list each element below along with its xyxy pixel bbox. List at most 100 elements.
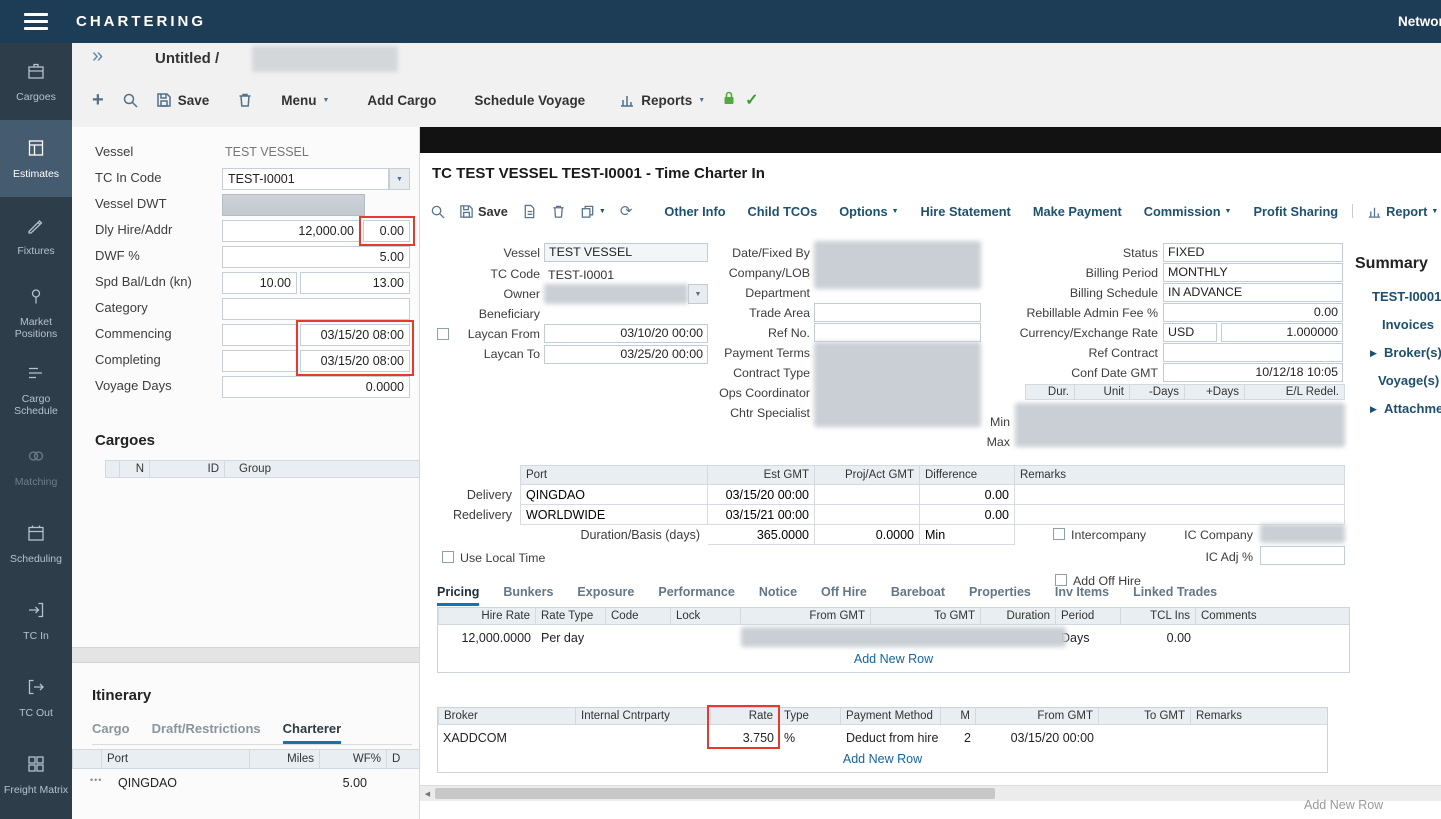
expand-arrow-icon[interactable]: ▶ — [1370, 348, 1377, 359]
tab-off-hire[interactable]: Off Hire — [821, 585, 867, 606]
add-cargo-button[interactable]: Add Cargo — [367, 93, 436, 108]
duration-days-cell[interactable]: 365.0000 — [708, 525, 815, 545]
summary-item-voyages[interactable]: Voyage(s) — [1378, 373, 1439, 388]
summary-item-tc-code[interactable]: TEST-I0001 — [1372, 289, 1441, 304]
tab-pricing[interactable]: Pricing — [437, 585, 479, 606]
tab-exposure[interactable]: Exposure — [577, 585, 634, 606]
expand-arrow-icon[interactable]: ▶ — [1370, 404, 1377, 415]
menu-button[interactable]: Menu ▼ — [281, 93, 329, 108]
sidebar-item-cargoes[interactable]: Cargoes — [0, 43, 72, 120]
sidebar-item-tc-in[interactable]: TC In — [0, 582, 72, 659]
search-icon[interactable] — [122, 92, 138, 108]
save-button[interactable]: Save — [156, 92, 210, 108]
lock-icon[interactable] — [721, 90, 737, 111]
tc-in-code-field[interactable]: TEST-I0001 — [222, 168, 389, 190]
type-cell[interactable]: % — [779, 727, 841, 748]
use-local-time-checkbox[interactable] — [442, 551, 454, 563]
intercompany-checkbox[interactable] — [1053, 528, 1065, 540]
sidebar-item-cargo-schedule[interactable]: Cargo Schedule — [0, 351, 72, 428]
other-info-button[interactable]: Other Info — [664, 204, 725, 219]
exchange-rate-field[interactable]: 1.000000 — [1221, 323, 1343, 342]
tab-notice[interactable]: Notice — [759, 585, 797, 606]
tab-linked-trades[interactable]: Linked Trades — [1133, 585, 1217, 606]
commencing-port-field[interactable] — [222, 324, 297, 346]
tab-performance[interactable]: Performance — [658, 585, 734, 606]
ic-adj-field[interactable] — [1260, 546, 1345, 565]
sidebar-item-scheduling[interactable]: Scheduling — [0, 505, 72, 582]
schedule-voyage-button[interactable]: Schedule Voyage — [474, 93, 585, 108]
reports-button[interactable]: Reports ▼ — [619, 92, 705, 108]
hire-rate-cell[interactable]: 12,000.0000 — [438, 627, 536, 648]
summary-item-invoices[interactable]: Invoices — [1382, 317, 1434, 332]
horizontal-scrollbar[interactable]: ◀ — [420, 785, 1441, 801]
tcl-ins-cell[interactable]: 0.00 — [1121, 627, 1196, 648]
add-icon[interactable]: + — [92, 90, 104, 110]
sidebar-item-freight-matrix[interactable]: Freight Matrix — [0, 736, 72, 813]
code-cell[interactable] — [606, 627, 671, 648]
ref-no-field[interactable] — [814, 323, 981, 342]
copy-button[interactable]: ▼ — [580, 204, 606, 219]
rebillable-admin-fee-field[interactable]: 0.00 — [1163, 303, 1343, 322]
hamburger-menu-icon[interactable] — [24, 13, 48, 30]
tab-inv-items[interactable]: Inv Items — [1055, 585, 1109, 606]
broker-cell[interactable]: XADDCOM — [438, 727, 576, 748]
delivery-est-gmt-cell[interactable]: 03/15/20 00:00 — [708, 485, 815, 505]
itinerary-port-cell[interactable]: QINGDAO — [118, 771, 177, 795]
broker-from-gmt-cell[interactable]: 03/15/20 00:00 — [976, 727, 1099, 748]
notes-icon[interactable] — [522, 204, 537, 219]
rate-type-cell[interactable]: Per day — [536, 627, 606, 648]
sidebar-item-fixtures[interactable]: Fixtures — [0, 197, 72, 274]
broker-add-new-row-link[interactable]: Add New Row — [438, 752, 1327, 766]
options-button[interactable]: Options ▼ — [839, 204, 898, 219]
row-handle-icon[interactable]: ••• — [90, 775, 102, 785]
refresh-icon[interactable]: ⟳ — [620, 204, 633, 219]
delete-icon[interactable] — [237, 92, 253, 108]
save-button[interactable]: Save — [459, 204, 508, 219]
cargoes-grid-scrollbar[interactable] — [72, 647, 420, 663]
redelivery-proj-gmt-cell[interactable] — [815, 505, 920, 525]
m-cell[interactable]: 2 — [941, 727, 976, 748]
search-icon[interactable] — [430, 204, 445, 219]
report-button[interactable]: Report ▼ — [1367, 204, 1438, 219]
broker-remarks-cell[interactable] — [1191, 727, 1327, 748]
commission-button[interactable]: Commission ▼ — [1144, 204, 1232, 219]
lock-cell[interactable] — [671, 627, 741, 648]
itinerary-wf-cell[interactable]: 5.00 — [322, 771, 367, 795]
sidebar-item-estimates[interactable]: Estimates — [0, 120, 72, 197]
sidebar-item-tc-out[interactable]: TC Out — [0, 659, 72, 736]
sidebar-item-market-positions[interactable]: Market Positions — [0, 274, 72, 351]
make-payment-button[interactable]: Make Payment — [1033, 204, 1122, 219]
commencing-date-field[interactable]: 03/15/20 08:00 — [300, 324, 410, 346]
delivery-remarks-cell[interactable] — [1015, 485, 1345, 505]
delivery-proj-gmt-cell[interactable] — [815, 485, 920, 505]
tab-cargo[interactable]: Cargo — [92, 721, 130, 744]
status-field[interactable]: FIXED — [1163, 243, 1343, 262]
summary-item-attachments[interactable]: Attachments — [1384, 401, 1441, 416]
billing-period-field[interactable]: MONTHLY — [1163, 263, 1343, 282]
tab-properties[interactable]: Properties — [969, 585, 1031, 606]
summary-item-brokers[interactable]: Broker(s) — [1384, 345, 1441, 360]
tab-bunkers[interactable]: Bunkers — [503, 585, 553, 606]
comments-cell[interactable] — [1196, 627, 1349, 648]
speed-laden-field[interactable]: 13.00 — [300, 272, 410, 294]
voyage-days-field[interactable]: 0.0000 — [222, 376, 410, 398]
hire-statement-button[interactable]: Hire Statement — [921, 204, 1011, 219]
expand-chevrons-icon[interactable]: » — [92, 45, 103, 68]
category-field[interactable] — [222, 298, 410, 320]
ref-contract-field[interactable] — [1163, 343, 1343, 362]
duration-min-cell[interactable]: Min — [920, 525, 1015, 545]
addr-commission-field[interactable]: 0.00 — [363, 220, 410, 242]
tab-bareboat[interactable]: Bareboat — [891, 585, 945, 606]
redelivery-remarks-cell[interactable] — [1015, 505, 1345, 525]
dly-hire-field[interactable]: 12,000.00 — [222, 220, 360, 242]
currency-field[interactable]: USD — [1163, 323, 1217, 342]
tab-charterer[interactable]: Charterer — [283, 721, 342, 744]
trade-area-field[interactable] — [814, 303, 981, 322]
profit-sharing-button[interactable]: Profit Sharing — [1253, 204, 1338, 219]
tc-in-code-dropdown-button[interactable]: ▼ — [389, 168, 410, 190]
ic-company-field-redacted[interactable] — [1260, 524, 1345, 543]
pricing-add-new-row-link[interactable]: Add New Row — [438, 652, 1349, 666]
dwf-field[interactable]: 5.00 — [222, 246, 410, 268]
scroll-left-icon[interactable]: ◀ — [420, 786, 435, 801]
completing-date-field[interactable]: 03/15/20 08:00 — [300, 350, 410, 372]
